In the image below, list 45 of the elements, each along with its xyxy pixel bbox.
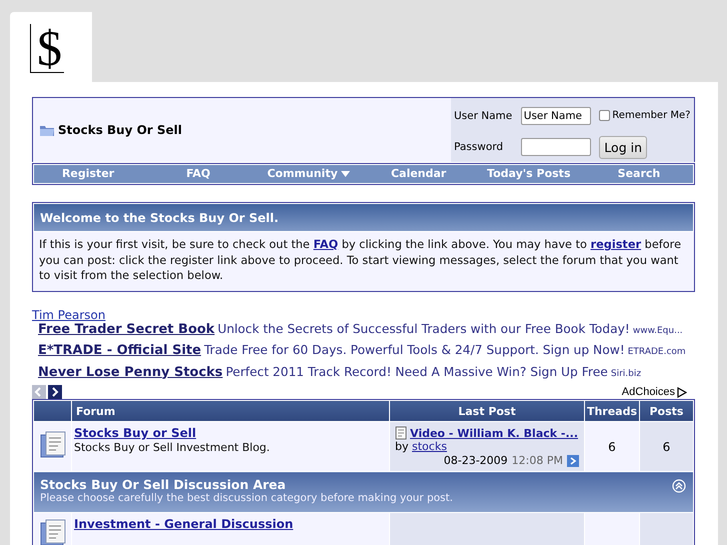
forum-link[interactable]: Stocks Buy or Sell: [74, 426, 196, 440]
ad-text: Trade Free for 60 Days. Powerful Tools & 24/7 Support. Sign up Now!: [204, 343, 625, 357]
text-link[interactable]: register: [590, 238, 642, 251]
post-time: 12:08 PM: [512, 454, 563, 467]
ad-headline-link[interactable]: Never Lose Penny Stocks: [38, 364, 223, 380]
welcome-title: Welcome to the Stocks Buy Or Sell.: [33, 203, 694, 232]
ad-headline-link[interactable]: Free Trader Secret Book: [38, 322, 215, 336]
caret-icon: [340, 171, 350, 177]
column-header: Forum: [72, 400, 390, 422]
remember-label: Remember Me?: [612, 110, 690, 121]
forum-description: Stocks Buy or Sell Investment Blog.: [74, 441, 271, 454]
ad-domain: ETRADE.com: [628, 347, 686, 357]
forum-title: Stocks Buy Or Sell: [58, 123, 182, 137]
category-title: Stocks Buy Or Sell Discussion Area: [40, 477, 286, 492]
login-button[interactable]: Log in: [599, 136, 647, 158]
document-icon: [395, 426, 407, 440]
ad-headline-link[interactable]: E*TRADE - Official Site: [38, 343, 202, 358]
ad-author-link[interactable]: Tim Pearson: [32, 308, 106, 322]
ad-domain: www.Equ...: [632, 326, 683, 336]
password-label: Password: [454, 141, 504, 153]
category-description: Please choose carefully the best discussion category before making your post.: [40, 492, 454, 504]
remember-checkbox[interactable]: [599, 110, 610, 121]
username-label: User Name: [454, 110, 514, 122]
column-header: Threads: [584, 400, 640, 422]
forum-icon: [38, 431, 66, 459]
password-field[interactable]: [520, 138, 591, 156]
collapse-icon[interactable]: [672, 479, 686, 493]
ad-domain: Siri.biz: [610, 368, 642, 378]
column-header: Last Post: [390, 400, 584, 422]
last-post-link[interactable]: Video - William K. Black -...: [410, 426, 578, 440]
ad-text: Perfect 2011 Track Record! Need A Massive Win? Sign Up Free: [226, 364, 608, 378]
username-field[interactable]: User Name: [520, 106, 591, 124]
author-link[interactable]: stocks: [412, 440, 447, 453]
ad-text: Unlock the Secrets of Successful Traders with our Free Book Today!: [218, 322, 630, 336]
post-date: 08-23-2009: [444, 454, 508, 467]
by-label: by: [395, 440, 408, 453]
post-count: 6: [662, 440, 670, 454]
folder-icon: [39, 123, 55, 137]
text-link[interactable]: FAQ: [313, 238, 338, 251]
ad-choices-label[interactable]: AdChoices: [622, 386, 675, 398]
play-icon: [677, 386, 687, 398]
thread-count: 6: [608, 440, 616, 454]
go-to-post-icon[interactable]: [567, 454, 579, 466]
column-header: Posts: [640, 400, 694, 422]
welcome-message: If this is your first visit, be sure to check out the FAQ by clicking the link above. You may have to register before you can post: click the register link above to proceed. To start viewing messages, select the forum that you want to visit from the selection below.: [38, 237, 682, 284]
